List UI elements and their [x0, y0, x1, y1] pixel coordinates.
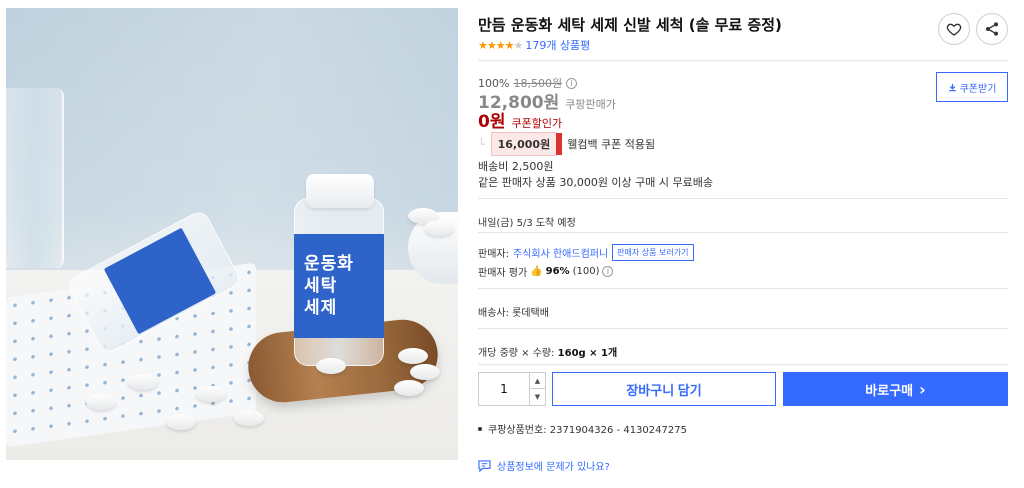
arrival-estimate: 내일(금) 5/3 도착 예정 [478, 218, 576, 229]
seller-eval-count: (100) [572, 266, 600, 277]
photo-glass [6, 88, 64, 268]
coupon-price-row: 0원 쿠폰할인가 [478, 107, 562, 132]
chat-report-icon [478, 459, 491, 472]
option-row: 개당 중량 × 수량: 160g × 1개 [478, 344, 617, 359]
divider [478, 232, 1008, 233]
seller-products-button[interactable]: 판매자 상품 보러가기 [612, 244, 694, 261]
divider [478, 328, 1008, 329]
seller-row: 판매자: 주식회사 한애드컴퍼니 판매자 상품 보러가기 [478, 244, 694, 261]
divider [478, 198, 1008, 199]
jar-label-line: 세탁 [304, 276, 338, 296]
wishlist-button[interactable] [938, 13, 970, 45]
stars-filled: ★★★★ [478, 38, 514, 52]
shipping-fee: 배송비 2,500원 [478, 160, 554, 173]
photo-jar-cap [306, 174, 374, 208]
stars-empty: ★ [513, 38, 523, 52]
jar-label-line: 운동화 [304, 254, 354, 274]
product-number-row: 쿠팡상품번호: 2371904326 - 4130247275 [478, 421, 687, 436]
bullet-icon [478, 426, 482, 431]
product-number: 쿠팡상품번호: 2371904326 - 4130247275 [488, 425, 687, 436]
thumbs-up-icon: 👍 [530, 266, 543, 277]
seller-label: 판매자: [478, 249, 509, 260]
chevron-right-icon: › [919, 379, 926, 399]
sale-price-label: 쿠팡판매가 [565, 98, 616, 111]
photo-tablet [86, 394, 116, 410]
coupon-price: 0원 [478, 112, 506, 132]
add-to-cart-button[interactable]: 장바구니 담기 [552, 372, 776, 406]
quantity-input[interactable]: 1 [479, 373, 529, 405]
photo-tablet [128, 374, 158, 390]
review-count-link[interactable]: 179개 상품평 [525, 37, 590, 53]
photo-jar-label: 운동화 세탁 세제 [294, 234, 384, 338]
product-image: 운동화 세탁 세제 [6, 8, 458, 460]
product-info-panel: 만듬 운동화 세탁 세제 신발 세척 (솔 무료 증정) ★★★★★ 179개 … [478, 0, 1008, 488]
report-issue-label: 상품정보에 문제가 있나요? [497, 462, 610, 473]
rating-row[interactable]: ★★★★★ 179개 상품평 [478, 37, 590, 53]
share-icon [986, 22, 998, 36]
seller-name-link[interactable]: 주식회사 한애드컴퍼니 [513, 245, 608, 260]
option-label: 개당 중량 × 수량: [478, 348, 555, 359]
heart-icon [946, 23, 962, 36]
photo-tablet [410, 364, 440, 380]
download-icon [948, 83, 956, 91]
seller-eval-label: 판매자 평가 [478, 268, 528, 279]
info-icon[interactable]: i [602, 266, 614, 277]
courier-info: 배송사: 롯데택배 [478, 308, 549, 319]
free-shipping-condition: 같은 판매자 상품 30,000원 이상 구매 시 무료배송 [478, 176, 714, 189]
rating-stars: ★★★★★ [478, 38, 523, 52]
option-value: 160g × 1개 [557, 348, 618, 359]
quantity-decrease-button[interactable]: ▼ [529, 389, 545, 405]
buy-now-button[interactable]: 바로구매 › [783, 372, 1008, 406]
photo-tablet [394, 380, 424, 396]
share-button[interactable] [976, 13, 1008, 45]
photo-tablet [196, 386, 226, 402]
report-issue-link[interactable]: 상품정보에 문제가 있나요? [478, 458, 610, 473]
photo-tablet [424, 220, 454, 236]
quantity-stepper: 1 ▲ ▼ [478, 372, 546, 406]
photo-wall [6, 8, 458, 278]
photo-tablet [316, 358, 346, 374]
coupon-price-label: 쿠폰할인가 [511, 117, 563, 130]
cashback-row: └ 16,000원 웰컴백 쿠폰 적용됨 [478, 132, 655, 156]
cashback-badge: 16,000원 [490, 132, 562, 156]
seller-eval-score: 96% [545, 266, 570, 277]
divider [478, 288, 1008, 289]
product-title: 만듬 운동화 세탁 세제 신발 세척 (솔 무료 증정) [478, 16, 782, 34]
seller-evaluation-row: 판매자 평가 👍 96% (100) i [478, 264, 614, 279]
buy-now-label: 바로구매 [865, 383, 914, 399]
photo-tablet [166, 414, 196, 430]
quantity-increase-button[interactable]: ▲ [529, 373, 545, 389]
jar-label-line: 세제 [304, 298, 338, 318]
info-icon[interactable]: i [566, 77, 578, 89]
cashback-corner-glyph: └ [478, 137, 485, 151]
coupon-download-button[interactable]: 쿠폰받기 [936, 72, 1008, 102]
photo-tablet [234, 410, 264, 426]
divider [478, 364, 1008, 365]
photo-tablet [398, 348, 428, 364]
divider [478, 60, 1008, 61]
coupon-button-label: 쿠폰받기 [959, 83, 997, 95]
cashback-text: 웰컴백 쿠폰 적용됨 [567, 138, 656, 151]
